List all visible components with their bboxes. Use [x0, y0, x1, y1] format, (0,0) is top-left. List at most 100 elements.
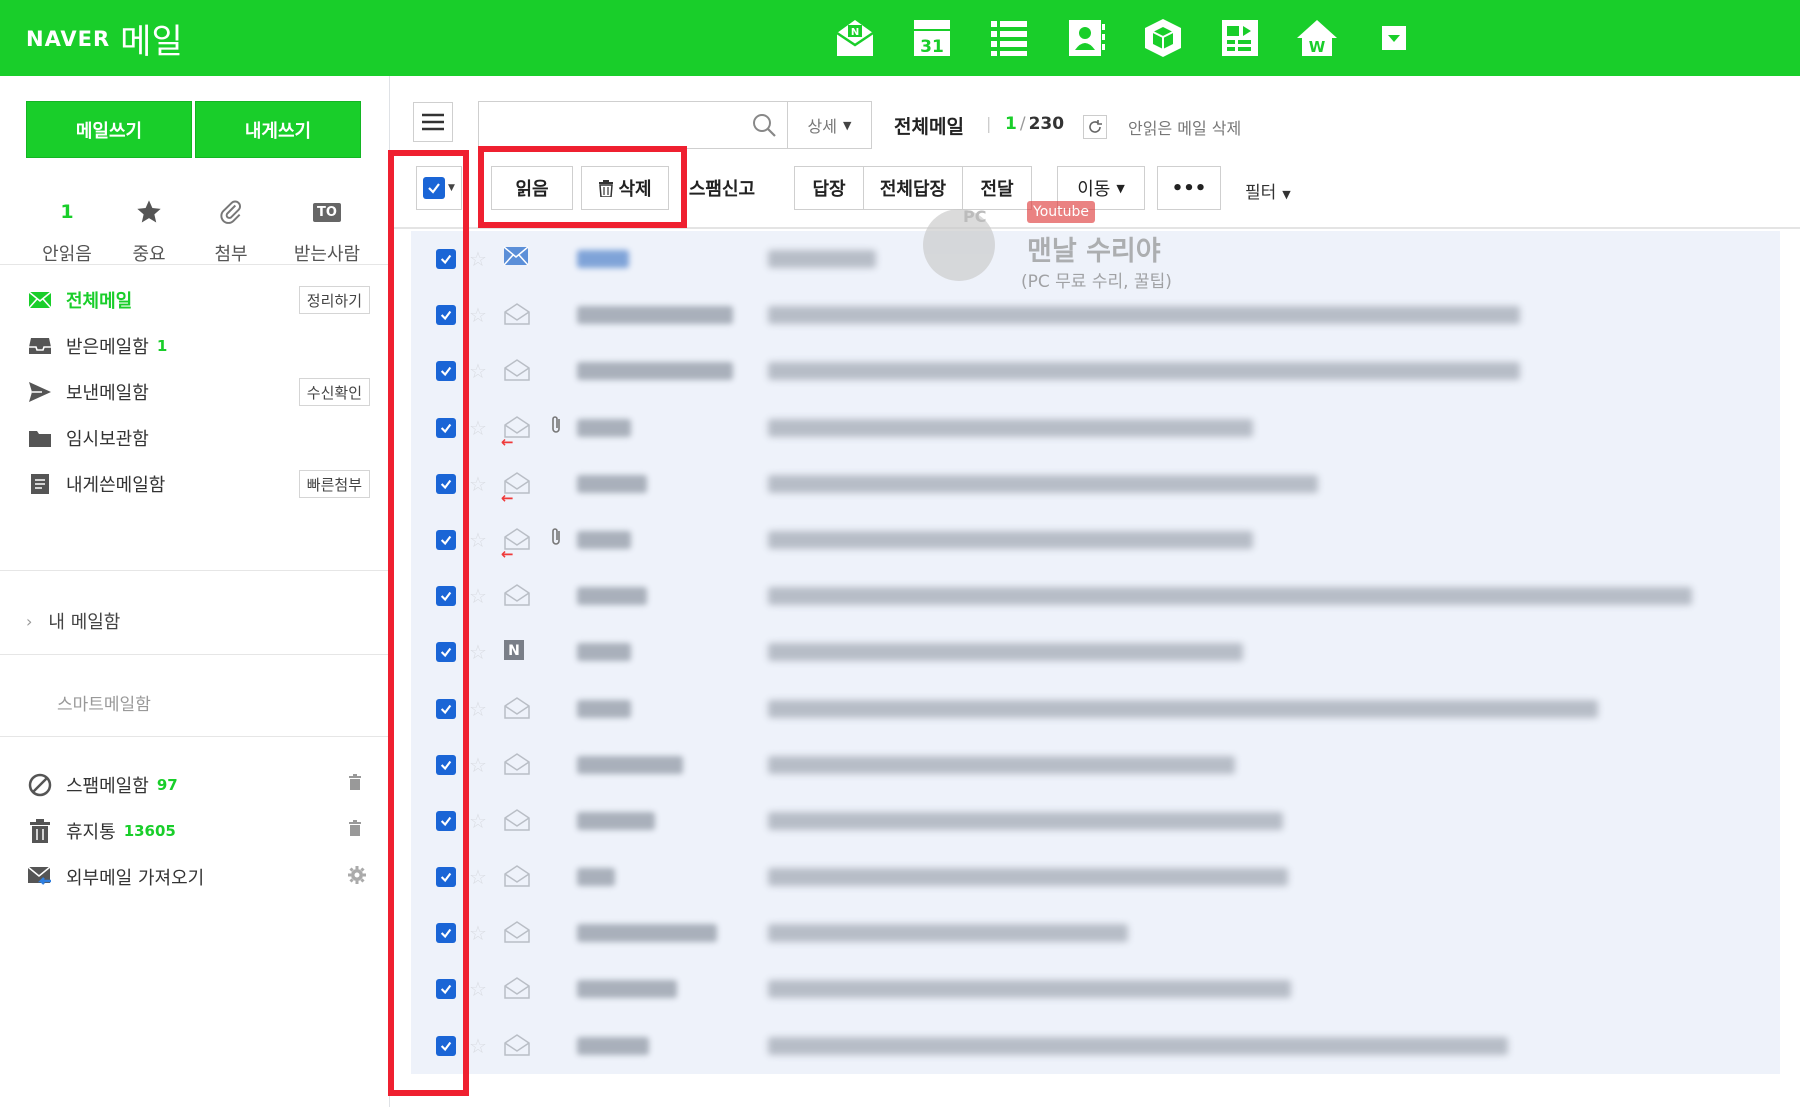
- subject-redacted[interactable]: [768, 306, 1520, 325]
- subject-redacted[interactable]: [768, 1036, 1508, 1055]
- sender-redacted[interactable]: [577, 643, 631, 662]
- subject-redacted[interactable]: [768, 418, 1253, 437]
- my-mailbox-toggle[interactable]: › 내 메일함: [26, 608, 120, 634]
- empty-spam-trash-icon[interactable]: [348, 774, 366, 794]
- sender-redacted[interactable]: [577, 811, 655, 830]
- sender-redacted[interactable]: [577, 418, 631, 437]
- row-checkbox[interactable]: [436, 810, 456, 831]
- quick-important[interactable]: 중요: [108, 194, 190, 266]
- sender-redacted[interactable]: [577, 530, 631, 549]
- star-icon[interactable]: ☆: [469, 247, 487, 271]
- search-input[interactable]: [479, 102, 739, 146]
- read-envelope-icon[interactable]: [503, 1033, 531, 1057]
- row-checkbox[interactable]: [436, 417, 456, 438]
- sender-redacted[interactable]: [577, 362, 733, 381]
- search-icon[interactable]: [751, 112, 777, 142]
- delete-unread-link[interactable]: 안읽은 메일 삭제: [1128, 115, 1241, 139]
- mail-app-icon[interactable]: N: [828, 10, 882, 66]
- calendar-icon[interactable]: 31: [905, 10, 959, 66]
- delete-button[interactable]: 삭제: [581, 166, 669, 210]
- mail-row[interactable]: ☆: [411, 1018, 1780, 1074]
- sidebar-item-external-mail[interactable]: 외부메일 가져오기: [26, 860, 370, 894]
- subject-redacted[interactable]: [768, 868, 1288, 887]
- star-icon[interactable]: ☆: [469, 977, 487, 1001]
- mail-row[interactable]: ☆: [411, 793, 1780, 849]
- sender-redacted[interactable]: [577, 980, 677, 999]
- sidebar-item-inbox[interactable]: 받은메일함 1: [26, 329, 370, 363]
- read-envelope-icon[interactable]: [503, 302, 531, 326]
- subject-redacted[interactable]: [768, 811, 1283, 830]
- quick-attachment[interactable]: 첨부: [190, 194, 272, 266]
- naver-notice-icon[interactable]: N: [503, 639, 531, 663]
- subject-redacted[interactable]: [768, 250, 876, 268]
- star-icon[interactable]: ☆: [469, 528, 487, 552]
- read-envelope-icon[interactable]: [503, 808, 531, 832]
- row-checkbox[interactable]: [436, 249, 456, 269]
- box-icon[interactable]: [1136, 10, 1190, 66]
- home-icon[interactable]: W: [1290, 10, 1344, 66]
- contacts-icon[interactable]: [1059, 10, 1113, 66]
- mail-row[interactable]: ☆ N: [411, 624, 1780, 680]
- unread-envelope-icon[interactable]: [503, 246, 531, 270]
- quick-recipient[interactable]: TO 받는사람: [272, 194, 382, 266]
- row-checkbox[interactable]: [436, 754, 456, 775]
- read-envelope-icon[interactable]: [503, 696, 531, 720]
- read-envelope-icon[interactable]: [503, 976, 531, 1000]
- star-icon[interactable]: ☆: [469, 865, 487, 889]
- star-icon[interactable]: ☆: [469, 584, 487, 608]
- quick-attach-button[interactable]: 빠른첨부: [298, 470, 370, 498]
- mail-row[interactable]: ☆ ←: [411, 400, 1780, 456]
- subject-redacted[interactable]: [768, 980, 1291, 999]
- more-apps-icon[interactable]: [1367, 10, 1421, 66]
- mail-row[interactable]: ☆: [411, 737, 1780, 793]
- gear-icon[interactable]: [348, 866, 366, 886]
- row-checkbox[interactable]: [436, 1035, 456, 1056]
- read-envelope-icon[interactable]: [503, 358, 531, 382]
- empty-trash-icon[interactable]: [348, 820, 366, 840]
- subject-redacted[interactable]: [768, 474, 1318, 493]
- memo-icon[interactable]: [1213, 10, 1267, 66]
- star-icon[interactable]: ☆: [469, 472, 487, 496]
- select-all-checkbox[interactable]: ▼: [416, 166, 462, 210]
- sender-redacted[interactable]: [577, 868, 615, 887]
- write-self-button[interactable]: 내게쓰기: [195, 101, 361, 158]
- subject-redacted[interactable]: [768, 587, 1692, 606]
- organize-button[interactable]: 정리하기: [298, 286, 370, 314]
- row-checkbox[interactable]: [436, 867, 456, 888]
- mail-row[interactable]: ☆ ←: [411, 456, 1780, 512]
- sidebar-item-all-mail[interactable]: 전체메일 정리하기: [26, 283, 370, 317]
- row-checkbox[interactable]: [436, 642, 456, 663]
- sender-redacted[interactable]: [577, 250, 629, 268]
- row-checkbox[interactable]: [436, 698, 456, 719]
- subject-redacted[interactable]: [768, 699, 1598, 718]
- list-icon[interactable]: [982, 10, 1036, 66]
- subject-redacted[interactable]: [768, 530, 1253, 549]
- mail-row[interactable]: ☆: [411, 287, 1780, 343]
- smart-mailbox[interactable]: 스마트메일함: [57, 690, 151, 715]
- mail-row[interactable]: ☆ ←: [411, 512, 1780, 568]
- read-envelope-icon[interactable]: [503, 752, 531, 776]
- sender-redacted[interactable]: [577, 1036, 649, 1055]
- star-icon[interactable]: ☆: [469, 697, 487, 721]
- sender-redacted[interactable]: [577, 306, 733, 325]
- read-envelope-icon[interactable]: [503, 583, 531, 607]
- star-icon[interactable]: ☆: [469, 753, 487, 777]
- star-icon[interactable]: ☆: [469, 1034, 487, 1058]
- mail-row[interactable]: ☆: [411, 568, 1780, 624]
- mail-row[interactable]: ☆: [411, 343, 1780, 399]
- row-checkbox[interactable]: [436, 473, 456, 494]
- sender-redacted[interactable]: [577, 699, 631, 718]
- refresh-icon[interactable]: [1083, 115, 1107, 139]
- star-icon[interactable]: ☆: [469, 303, 487, 327]
- detail-search-button[interactable]: 상세 ▼: [788, 101, 872, 149]
- mark-read-button[interactable]: 읽음: [491, 166, 573, 210]
- star-icon[interactable]: ☆: [469, 359, 487, 383]
- row-checkbox[interactable]: [436, 529, 456, 550]
- sidebar-item-trash[interactable]: 휴지통 13605: [26, 814, 370, 848]
- sidebar-item-self-mail[interactable]: 내게쓴메일함 빠른첨부: [26, 467, 370, 501]
- naver-mail-logo[interactable]: NAVER 메일: [26, 14, 183, 63]
- subject-redacted[interactable]: [768, 924, 1128, 943]
- mail-row[interactable]: ☆: [411, 905, 1780, 961]
- caret-down-icon[interactable]: ▼: [448, 183, 455, 193]
- sender-redacted[interactable]: [577, 924, 717, 943]
